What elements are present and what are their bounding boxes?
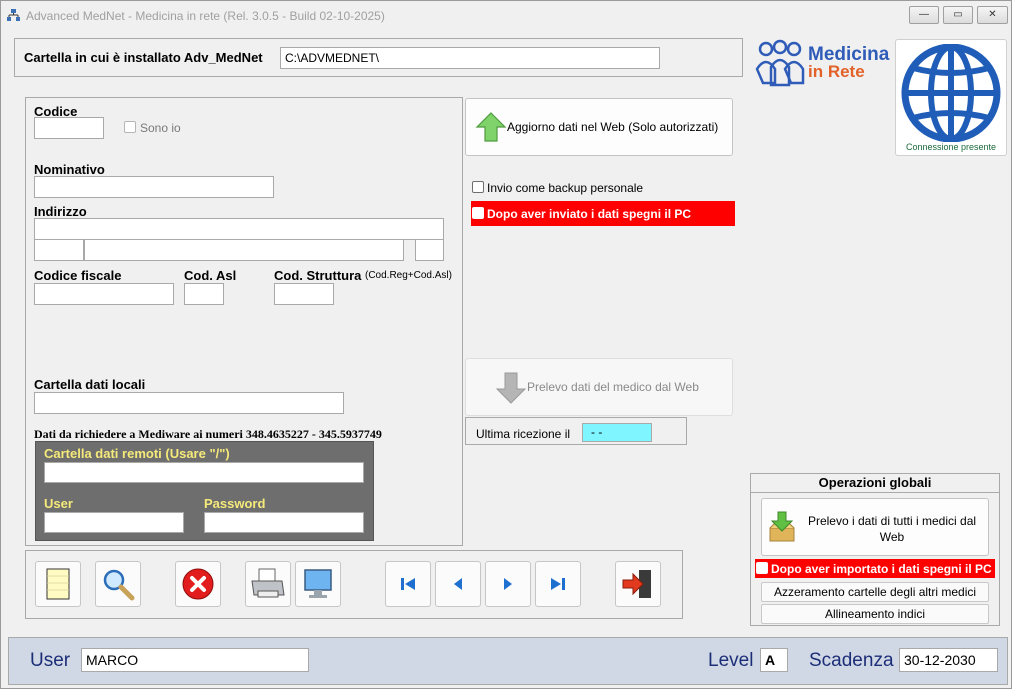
- cod-struttura-field[interactable]: [274, 283, 334, 305]
- install-label: Cartella in cui è installato Adv_MedNet: [24, 50, 263, 65]
- new-record-button[interactable]: [35, 561, 81, 607]
- remote-password-field[interactable]: [204, 512, 364, 533]
- backup-checkbox[interactable]: [472, 181, 484, 193]
- indirizzo-field[interactable]: [34, 218, 444, 240]
- last-record-button[interactable]: [535, 561, 581, 607]
- cod-asl-field[interactable]: [184, 283, 224, 305]
- cod-struttura-hint: (Cod.Reg+Cod.Asl): [365, 270, 452, 281]
- ultima-ricezione-label: Ultima ricezione il: [476, 427, 571, 441]
- previous-record-icon: [454, 578, 462, 590]
- window-title: Advanced MedNet - Medicina in rete (Rel.…: [26, 9, 385, 23]
- preview-button[interactable]: [295, 561, 341, 607]
- allineamento-button[interactable]: Allineamento indici: [761, 604, 989, 624]
- monitor-icon: [304, 569, 332, 598]
- status-user-label: User: [30, 650, 71, 671]
- cod-struttura-label: Cod. Struttura: [274, 268, 362, 283]
- connection-panel[interactable]: Connessione presente: [895, 39, 1007, 156]
- operazioni-globali-title: Operazioni globali: [818, 475, 932, 490]
- codice-fiscale-label: Codice fiscale: [34, 268, 122, 283]
- cap-field[interactable]: [34, 239, 84, 261]
- cartella-locali-label: Cartella dati locali: [34, 377, 146, 392]
- remote-cartella-label: Cartella dati remoti (Usare "/"): [44, 446, 230, 461]
- print-icon: [251, 568, 285, 598]
- cartella-locali-field[interactable]: [34, 392, 344, 414]
- next-record-icon: [504, 578, 512, 590]
- first-record-button[interactable]: [385, 561, 431, 607]
- sono-io-label: Sono io: [140, 121, 181, 135]
- codice-fiscale-field[interactable]: [34, 283, 174, 305]
- prelevo-tutti-label: Prelevo i dati di tutti i medici dal Web: [807, 514, 977, 544]
- download-arrow-icon: [495, 372, 527, 404]
- install-path-field[interactable]: C:\ADVMEDNET\: [280, 47, 660, 69]
- close-button[interactable]: ✕: [977, 6, 1008, 24]
- nominativo-field[interactable]: [34, 176, 274, 198]
- remote-user-field[interactable]: [44, 512, 184, 533]
- codice-field[interactable]: [34, 117, 104, 139]
- first-record-icon: [401, 578, 415, 590]
- ultima-ricezione-panel: Ultima ricezione il - -: [465, 417, 687, 445]
- remote-cartella-field[interactable]: [44, 462, 364, 483]
- title-bar: Advanced MedNet - Medicina in rete (Rel.…: [1, 1, 1011, 31]
- status-scadenza-field: 30-12-2030: [899, 648, 998, 672]
- spegni-web-toggle[interactable]: Dopo aver inviato i dati spegni il PC: [471, 201, 735, 226]
- sono-io-checkbox[interactable]: [124, 121, 136, 133]
- search-icon: [103, 569, 135, 601]
- new-document-icon: [46, 568, 70, 600]
- status-scadenza-label: Scadenza: [809, 650, 894, 671]
- search-button[interactable]: [95, 561, 141, 607]
- spegni-import-checkbox[interactable]: [756, 562, 768, 574]
- indirizzo-label: Indirizzo: [34, 204, 87, 219]
- globe-icon: [901, 44, 1001, 142]
- nominativo-label: Nominativo: [34, 162, 105, 177]
- delete-button[interactable]: [175, 561, 221, 607]
- previous-record-button[interactable]: [435, 561, 481, 607]
- aggiorno-web-button[interactable]: Aggiorno dati nel Web (Solo autorizzati): [465, 98, 733, 156]
- provincia-field[interactable]: [415, 239, 444, 261]
- last-record-icon: [551, 578, 565, 590]
- spegni-web-checkbox[interactable]: [472, 207, 484, 219]
- richiesta-text: Dati da richiedere a Mediware ai numeri …: [34, 427, 382, 441]
- prelevo-medico-label: Prelevo dati del medico dal Web: [527, 380, 699, 394]
- remote-data-panel: Cartella dati remoti (Usare "/") User Pa…: [35, 441, 374, 541]
- people-logo-icon: [755, 39, 805, 87]
- aggiorno-web-label: Aggiorno dati nel Web (Solo autorizzati): [507, 120, 719, 134]
- main-window: Advanced MedNet - Medicina in rete (Rel.…: [0, 0, 1012, 689]
- azzeramento-button[interactable]: Azzeramento cartelle degli altri medici: [761, 582, 989, 602]
- citta-field[interactable]: [84, 239, 404, 261]
- status-bar: User MARCO Level A Scadenza 30-12-2030: [8, 637, 1008, 685]
- exit-button[interactable]: [615, 561, 661, 607]
- install-panel: Cartella in cui è installato Adv_MedNet …: [14, 38, 743, 77]
- backup-label: Invio come backup personale: [487, 181, 644, 195]
- spegni-web-label: Dopo aver inviato i dati spegni il PC: [487, 207, 692, 221]
- next-record-button[interactable]: [485, 561, 531, 607]
- minimize-button[interactable]: —: [909, 6, 939, 24]
- spegni-import-label: Dopo aver importato i dati spegni il PC: [771, 562, 992, 576]
- remote-password-label: Password: [204, 496, 266, 511]
- exit-icon: [622, 570, 651, 598]
- app-icon: [7, 9, 20, 21]
- cod-asl-label: Cod. Asl: [184, 268, 237, 283]
- medicina-in-rete-logo: Medicina in Rete: [753, 39, 893, 89]
- connection-status: Connessione presente: [905, 142, 997, 152]
- ultima-ricezione-field: - -: [582, 423, 652, 442]
- status-user-field: MARCO: [81, 648, 309, 672]
- print-button[interactable]: [245, 561, 291, 607]
- remote-user-label: User: [44, 496, 73, 511]
- status-level-field: A: [760, 648, 788, 672]
- status-level-label: Level: [708, 650, 754, 671]
- upload-arrow-icon: [475, 112, 507, 142]
- download-box-icon: [769, 511, 795, 542]
- spegni-import-toggle[interactable]: Dopo aver importato i dati spegni il PC: [755, 559, 995, 578]
- prelevo-tutti-button[interactable]: Prelevo i dati di tutti i medici dal Web: [761, 498, 989, 556]
- logo-line2: in Rete: [808, 62, 865, 81]
- prelevo-medico-button[interactable]: Prelevo dati del medico dal Web: [465, 358, 733, 416]
- delete-icon: [182, 568, 214, 600]
- restore-button[interactable]: ▭: [943, 6, 973, 24]
